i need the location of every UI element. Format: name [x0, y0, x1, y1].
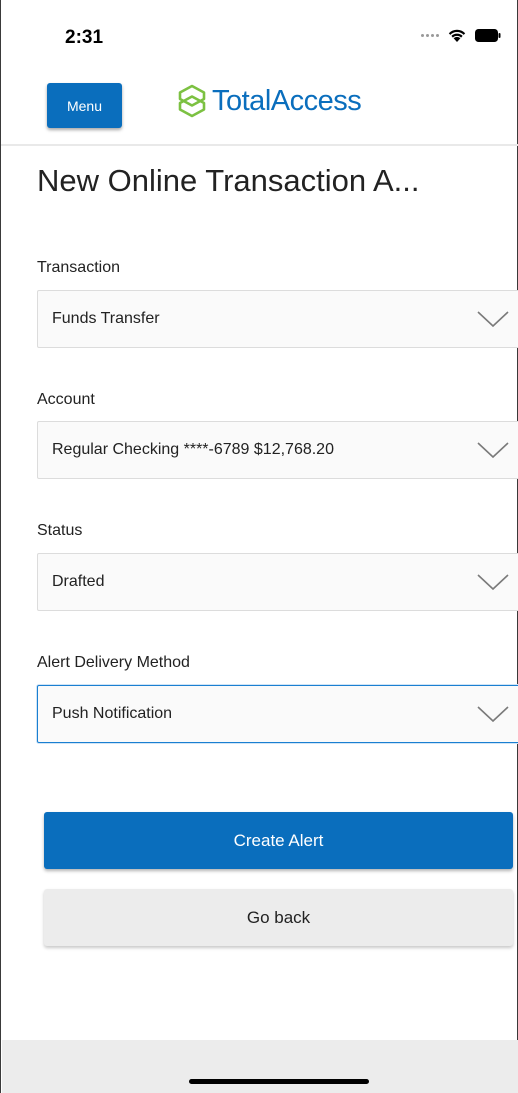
delivery-method-label: Alert Delivery Method [37, 654, 190, 671]
account-select[interactable]: Regular Checking ****-6789 $12,768.20 [37, 421, 518, 479]
status-value: Drafted [52, 573, 105, 590]
account-label: Account [37, 391, 95, 408]
signal-icon [421, 34, 439, 37]
status-icons [421, 28, 501, 43]
go-back-button[interactable]: Go back [44, 889, 513, 946]
wifi-icon [448, 29, 466, 42]
logo-icon [178, 84, 206, 118]
create-alert-button[interactable]: Create Alert [44, 812, 513, 869]
menu-button[interactable]: Menu [47, 83, 122, 128]
delivery-method-value: Push Notification [52, 705, 173, 722]
phone-screen: 2:31 Menu TotalAccess New Online Transac… [0, 0, 518, 1093]
app-header: Menu TotalAccess [1, 72, 518, 146]
status-bar: 2:31 [1, 0, 518, 72]
logo-text: TotalAccess [212, 84, 362, 117]
chevron-down-icon [477, 311, 509, 328]
bottom-bar [2, 1040, 518, 1093]
page-title: New Online Transaction A... [37, 163, 420, 198]
battery-icon [475, 29, 501, 42]
chevron-down-icon [477, 706, 509, 723]
status-label: Status [37, 522, 83, 539]
total-access-logo: TotalAccess [176, 84, 362, 118]
home-indicator[interactable] [189, 1079, 369, 1084]
transaction-value: Funds Transfer [52, 310, 160, 327]
transaction-select[interactable]: Funds Transfer [37, 290, 518, 348]
status-select[interactable]: Drafted [37, 553, 518, 611]
delivery-method-select[interactable]: Push Notification [37, 685, 518, 743]
chevron-down-icon [477, 574, 509, 591]
account-value: Regular Checking ****-6789 $12,768.20 [52, 441, 334, 458]
status-time: 2:31 [65, 27, 104, 48]
chevron-down-icon [477, 442, 509, 459]
transaction-label: Transaction [37, 259, 120, 276]
